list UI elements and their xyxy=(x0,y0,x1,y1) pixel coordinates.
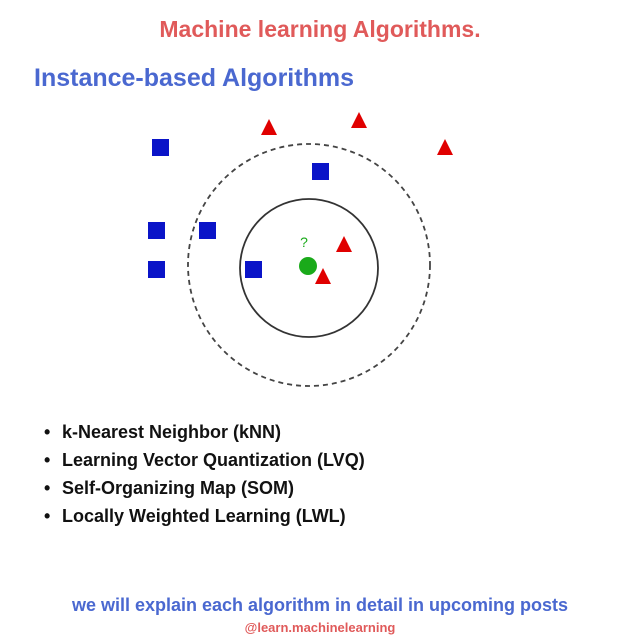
green-circle-icon xyxy=(299,257,317,275)
algorithm-list: • k-Nearest Neighbor (kNN) • Learning Vect… xyxy=(40,418,365,530)
query-point-label: ? xyxy=(300,234,308,250)
blue-square-icon xyxy=(152,139,169,156)
account-handle: @learn.machinelearning xyxy=(244,620,396,635)
blue-square-icon xyxy=(312,163,329,180)
red-triangle-icon xyxy=(437,139,453,155)
list-item-label: Learning Vector Quantization (LVQ) xyxy=(62,450,365,470)
list-item: • Self-Organizing Map (SOM) xyxy=(40,474,365,502)
red-triangle-icon xyxy=(315,268,331,284)
list-item-label: Self-Organizing Map (SOM) xyxy=(62,478,294,498)
bullet-icon: • xyxy=(44,478,51,498)
bullet-icon: • xyxy=(44,450,51,470)
blue-square-icon xyxy=(199,222,216,239)
list-item: • k-Nearest Neighbor (kNN) xyxy=(40,418,365,446)
list-item-label: Locally Weighted Learning (LWL) xyxy=(62,506,346,526)
section-title: Instance-based Algorithms xyxy=(34,64,354,92)
list-item-label: k-Nearest Neighbor (kNN) xyxy=(62,422,282,442)
blue-square-icon xyxy=(245,261,262,278)
footer-note: we will explain each algorithm in detail… xyxy=(71,595,569,615)
red-triangle-icon xyxy=(261,119,277,135)
list-item: • Locally Weighted Learning (LWL) xyxy=(40,502,365,530)
red-triangle-icon xyxy=(336,236,352,252)
knn-diagram: ? xyxy=(148,112,453,387)
blue-square-icon xyxy=(148,261,165,278)
blue-square-icon xyxy=(148,222,165,239)
page-title: Machine learning Algorithms. xyxy=(159,16,481,42)
red-triangle-icon xyxy=(351,112,367,128)
list-item: • Learning Vector Quantization (LVQ) xyxy=(40,446,365,474)
bullet-icon: • xyxy=(44,506,51,526)
bullet-icon: • xyxy=(44,422,51,442)
